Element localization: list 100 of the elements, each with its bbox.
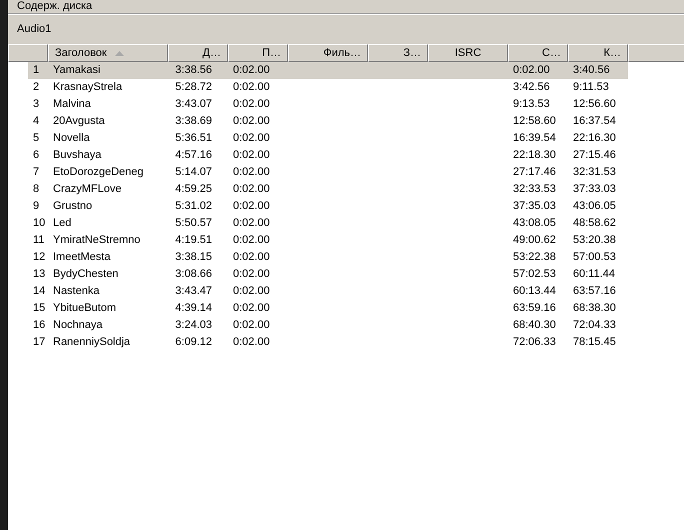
table-cell-text: 57:00.53 <box>573 250 616 266</box>
table-cell-text: 0:02.00 <box>233 165 270 180</box>
table-cell-text: 14 <box>33 284 46 300</box>
table-cell-text: 0:02.00 <box>233 284 270 300</box>
table-cell-text: 0:02.00 <box>233 216 270 232</box>
table-cell-text: 27:17.46 <box>513 165 556 180</box>
table-cell-text: 5:28.72 <box>175 80 212 96</box>
table-cell-text: 0:02.00 <box>233 114 270 130</box>
column-header[interactable]: Д… <box>168 44 228 62</box>
table-cell-text: 68:38.30 <box>573 301 616 316</box>
column-header[interactable]: З… <box>368 44 428 62</box>
table-cell-text: 5:14.07 <box>175 165 212 180</box>
table-cell-text: 9:11.53 <box>573 80 609 96</box>
table-cell-text: 10 <box>33 216 46 232</box>
table-cell-text: 3:43.47 <box>175 284 212 300</box>
column-header[interactable]: К… <box>568 44 628 62</box>
table-cell-text: 32:31.53 <box>573 165 616 180</box>
table-cell-text: 48:58.62 <box>573 216 616 232</box>
table-cell-text: 4:19.51 <box>175 233 212 248</box>
table-cell-text: 16:39.54 <box>513 131 556 146</box>
table-cell-text: 4 <box>33 114 40 130</box>
column-header[interactable]: ISRC <box>428 44 508 62</box>
table-cell-text: 7 <box>33 165 40 180</box>
table-cell-text: 37:35.03 <box>513 199 556 214</box>
table-cell-text: 6:09.12 <box>175 335 212 350</box>
table-cell-text: 0:02.00 <box>233 233 270 248</box>
table-cell-text: KrasnayStrela <box>53 80 122 96</box>
table-cell-text: 53:20.38 <box>573 233 616 248</box>
table-cell-text: CrazyMFLove <box>53 182 122 198</box>
table-cell-text: ImeetMesta <box>53 250 110 266</box>
table-cell-text: 1 <box>33 63 40 78</box>
table-cell-text: 9:13.53 <box>513 97 550 112</box>
table-cell-text: 0:02.00 <box>513 63 550 78</box>
table-cell-text: 0:02.00 <box>233 97 270 112</box>
table-cell-text: 43:06.05 <box>573 199 616 214</box>
table-cell-text: 3:43.07 <box>175 97 212 112</box>
table-cell-text: 32:33.53 <box>513 182 556 198</box>
table-cell-text: 72:06.33 <box>513 335 556 350</box>
table-cell-text: 16 <box>33 318 46 334</box>
table-cell-text: Nochnaya <box>53 318 103 334</box>
column-header[interactable]: Филь… <box>288 44 368 62</box>
table-cell-text: Novella <box>53 131 90 146</box>
table-cell-text: 60:11.44 <box>573 267 616 282</box>
table-cell-text: 0:02.00 <box>233 335 270 350</box>
table-cell-text: 63:57.16 <box>573 284 616 300</box>
table-cell-text: EtoDorozgeDeneg <box>53 165 144 180</box>
table-cell-text: 43:08.05 <box>513 216 556 232</box>
table-cell-text: BydyChesten <box>53 267 118 282</box>
table-cell-text: 3 <box>33 97 40 112</box>
table-cell-text: 22:18.30 <box>513 148 556 164</box>
table-cell-text: 3:38.56 <box>175 63 212 78</box>
table-cell-text: 22:16.30 <box>573 131 616 146</box>
table-cell-text: 0:02.00 <box>233 182 270 198</box>
table-cell-text: 72:04.33 <box>573 318 616 334</box>
track-label: Audio1 <box>17 22 52 38</box>
table-cell-text: 4:59.25 <box>175 182 212 198</box>
table-row[interactable]: 1 Yamakasi 3:38.56 0:02.00 0:02.00 3:40.56 <box>28 62 628 79</box>
table-cell-text: 3:38.15 <box>175 250 212 266</box>
table-cell-text: RanenniySoldja <box>53 335 130 350</box>
table-cell-text: 0:02.00 <box>233 80 270 96</box>
table-cell-text: 49:00.62 <box>513 233 556 248</box>
table-cell-text: Buvshaya <box>53 148 102 164</box>
table-cell-text: 53:22.38 <box>513 250 556 266</box>
column-header[interactable] <box>8 44 48 62</box>
table-cell-text: 3:42.56 <box>513 80 550 96</box>
table-cell-text: 0:02.00 <box>233 63 270 78</box>
table-cell-text: 16:37.54 <box>573 114 616 130</box>
table-cell-text: 60:13.44 <box>513 284 556 300</box>
table-cell-text: 3:40.56 <box>573 63 610 78</box>
table-cell-text: 0:02.00 <box>233 318 270 334</box>
table-cell-text: 2 <box>33 80 40 96</box>
table-cell-text: 4:57.16 <box>175 148 212 164</box>
table-cell-text: 13 <box>33 267 46 282</box>
table-cell-text: 3:08.66 <box>175 267 212 282</box>
table-cell-text: 63:59.16 <box>513 301 556 316</box>
section-title: Содерж. диска <box>17 0 92 13</box>
table-cell-text: 20Avgusta <box>53 114 105 130</box>
column-header[interactable]: П… <box>228 44 288 62</box>
table-cell-text: 3:24.03 <box>175 318 212 334</box>
table-cell-text: YmiratNeStremno <box>53 233 140 248</box>
table-cell-text: 12:56.60 <box>573 97 616 112</box>
table-cell-text: 0:02.00 <box>233 199 270 214</box>
table-cell-text: 0:02.00 <box>233 301 270 316</box>
table-cell-text: 11 <box>33 233 44 248</box>
column-header[interactable]: Заголовок <box>48 44 168 62</box>
table-cell-text: Nastenka <box>53 284 100 300</box>
table-cell-text: Yamakasi <box>53 63 100 78</box>
table-cell-text: 4:39.14 <box>175 301 212 316</box>
table-cell-text: 5:50.57 <box>175 216 212 232</box>
table-cell-text: 27:15.46 <box>573 148 616 164</box>
table-cell-text: 0:02.00 <box>233 131 270 146</box>
table-cell-text: 17 <box>33 335 46 350</box>
table-cell-text: 8 <box>33 182 40 198</box>
table-cell-text: 68:40.30 <box>513 318 556 334</box>
table-cell-text: 5 <box>33 131 40 146</box>
sort-ascending-icon <box>114 50 124 56</box>
table-cell-text: 3:38.69 <box>175 114 212 130</box>
column-header[interactable]: С… <box>508 44 568 62</box>
table-cell-text: Malvina <box>53 97 91 112</box>
table-cell-text: YbitueButom <box>53 301 116 316</box>
